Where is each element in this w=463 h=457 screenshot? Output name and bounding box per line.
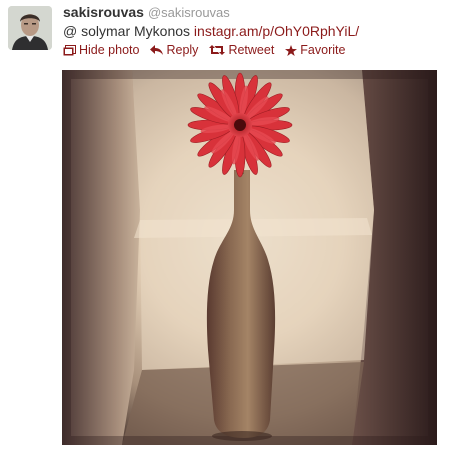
- retweet-icon: [209, 45, 226, 55]
- tweet: sakisrouvas @sakisrouvas @ solymar Mykono…: [0, 0, 463, 457]
- avatar[interactable]: [8, 6, 52, 50]
- favorite-label: Favorite: [300, 43, 346, 57]
- tweet-text-prefix: @ solymar Mykonos: [63, 23, 194, 39]
- photo-image: [62, 70, 437, 445]
- reply-label: Reply: [166, 43, 199, 57]
- reply-button[interactable]: Reply: [150, 43, 198, 57]
- hide-photo-label: Hide photo: [79, 43, 140, 57]
- fullname[interactable]: sakisrouvas: [63, 4, 144, 20]
- tweet-actions: Hide photo Reply Retweet Favorite: [63, 43, 345, 57]
- retweet-label: Retweet: [228, 43, 275, 57]
- hide-photo-button[interactable]: Hide photo: [63, 43, 139, 57]
- tweet-header: sakisrouvas @sakisrouvas: [63, 4, 230, 20]
- reply-arrow-icon: [150, 45, 164, 55]
- tweet-text: @ solymar Mykonos instagr.am/p/OhY0RphYi…: [63, 23, 359, 39]
- username[interactable]: @sakisrouvas: [148, 5, 230, 20]
- instagram-link[interactable]: instagr.am/p/OhY0RphYiL/: [194, 23, 359, 39]
- tweet-photo[interactable]: [62, 70, 437, 445]
- retweet-button[interactable]: Retweet: [209, 43, 274, 57]
- photo-icon: [63, 44, 76, 56]
- favorite-button[interactable]: Favorite: [285, 43, 345, 57]
- star-icon: [285, 44, 298, 56]
